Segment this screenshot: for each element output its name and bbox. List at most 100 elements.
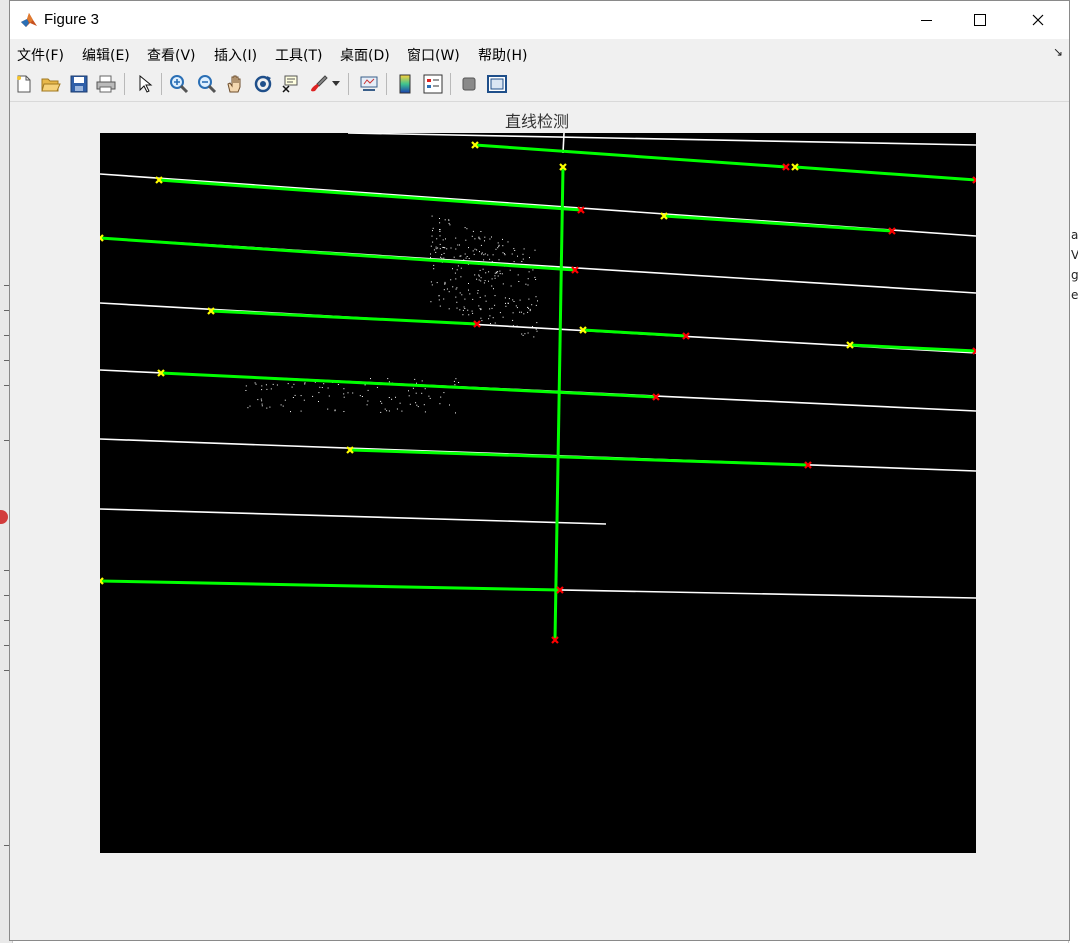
- noise-speck: [507, 241, 509, 243]
- link-plot-icon[interactable]: [358, 73, 380, 95]
- noise-speck: [534, 276, 536, 278]
- noise-speck: [480, 244, 482, 246]
- noise-speck: [494, 275, 496, 277]
- edge-line: [347, 133, 976, 146]
- noise-speck: [529, 310, 531, 312]
- noise-speck: [381, 402, 383, 404]
- dock-arrow-icon[interactable]: ↘: [1053, 45, 1063, 59]
- brush-icon[interactable]: [308, 73, 330, 95]
- menu-insert[interactable]: 插入(I): [214, 45, 257, 65]
- noise-speck: [443, 247, 445, 248]
- menu-desktop[interactable]: 桌面(D): [340, 45, 390, 65]
- noise-speck: [481, 253, 483, 255]
- noise-speck: [459, 292, 461, 294]
- noise-speck: [468, 314, 470, 316]
- noise-speck: [337, 384, 339, 385]
- noise-speck: [491, 236, 492, 238]
- background-text-fragment: V: [1071, 248, 1078, 262]
- noise-speck: [479, 296, 481, 298]
- noise-speck: [287, 383, 289, 385]
- noise-speck: [528, 298, 530, 300]
- brush-dropdown-icon[interactable]: [330, 73, 342, 95]
- plot-canvas: [100, 133, 976, 644]
- edit-plot-arrow-icon[interactable]: [134, 73, 156, 95]
- noise-speck: [509, 269, 511, 271]
- noise-speck: [444, 281, 446, 283]
- noise-speck: [304, 382, 306, 384]
- noise-speck: [448, 219, 450, 221]
- new-figure-icon[interactable]: [13, 73, 35, 95]
- noise-speck: [478, 275, 480, 277]
- noise-speck: [487, 254, 489, 256]
- noise-speck: [498, 244, 500, 246]
- noise-speck: [459, 255, 461, 257]
- save-icon[interactable]: [68, 73, 90, 95]
- zoom-in-icon[interactable]: [168, 73, 190, 95]
- zoom-out-icon[interactable]: [196, 73, 218, 95]
- noise-speck: [455, 237, 457, 239]
- noise-speck: [450, 247, 452, 249]
- detected-line: [349, 448, 809, 467]
- data-cursor-icon[interactable]: [280, 73, 302, 95]
- noise-speck: [455, 412, 456, 414]
- noise-speck: [294, 394, 296, 396]
- print-icon[interactable]: [95, 73, 117, 95]
- noise-speck: [513, 301, 515, 302]
- noise-speck: [457, 265, 459, 267]
- menu-window[interactable]: 窗口(W): [407, 45, 460, 65]
- menu-bar: 文件(F) 编辑(E) 查看(V) 插入(I) 工具(T) 桌面(D) 窗口(W…: [10, 39, 1069, 67]
- noise-speck: [480, 317, 482, 319]
- menu-help[interactable]: 帮助(H): [478, 45, 527, 65]
- maximize-button[interactable]: [957, 1, 1003, 39]
- noise-speck: [479, 251, 480, 253]
- menu-tools[interactable]: 工具(T): [275, 45, 322, 65]
- noise-speck: [478, 305, 480, 307]
- insert-legend-icon[interactable]: [422, 73, 444, 95]
- noise-speck: [395, 396, 396, 398]
- noise-speck: [523, 248, 525, 250]
- noise-speck: [458, 382, 460, 383]
- noise-speck: [472, 250, 474, 252]
- noise-speck: [494, 277, 496, 279]
- noise-speck: [536, 330, 538, 332]
- image-axes[interactable]: [100, 133, 976, 853]
- noise-speck: [431, 215, 433, 217]
- title-bar[interactable]: Figure 3: [10, 1, 1069, 39]
- noise-speck: [401, 410, 403, 412]
- menu-edit[interactable]: 编辑(E): [82, 45, 130, 65]
- show-plot-tools-icon[interactable]: [486, 73, 508, 95]
- noise-speck: [483, 259, 485, 261]
- minimize-button[interactable]: [903, 1, 949, 39]
- background-text-fragment: gu: [1071, 268, 1078, 282]
- noise-speck: [364, 384, 366, 386]
- rotate-3d-icon[interactable]: [252, 73, 274, 95]
- pan-hand-icon[interactable]: [224, 73, 246, 95]
- noise-speck: [430, 281, 432, 283]
- insert-colorbar-icon[interactable]: [394, 73, 416, 95]
- noise-speck: [459, 309, 461, 311]
- noise-speck: [527, 332, 529, 334]
- open-file-icon[interactable]: [40, 73, 62, 95]
- detected-line: [474, 143, 787, 169]
- noise-speck: [266, 407, 268, 409]
- noise-speck: [347, 392, 349, 394]
- detected-line: [663, 214, 893, 233]
- noise-speck: [478, 236, 480, 238]
- hide-plot-tools-icon[interactable]: [458, 73, 480, 95]
- noise-speck: [521, 333, 523, 335]
- noise-speck: [328, 395, 330, 397]
- noise-speck: [476, 278, 478, 280]
- noise-speck: [443, 298, 445, 300]
- noise-speck: [467, 309, 469, 311]
- menu-view[interactable]: 查看(V): [147, 45, 196, 65]
- close-button[interactable]: [1015, 1, 1061, 39]
- noise-speck: [524, 333, 526, 335]
- noise-speck: [474, 274, 476, 276]
- noise-speck: [483, 282, 485, 284]
- noise-speck: [448, 308, 450, 310]
- noise-speck: [293, 383, 295, 385]
- noise-speck: [321, 387, 323, 388]
- noise-speck: [512, 325, 514, 327]
- noise-speck: [485, 272, 487, 274]
- menu-file[interactable]: 文件(F): [17, 45, 64, 65]
